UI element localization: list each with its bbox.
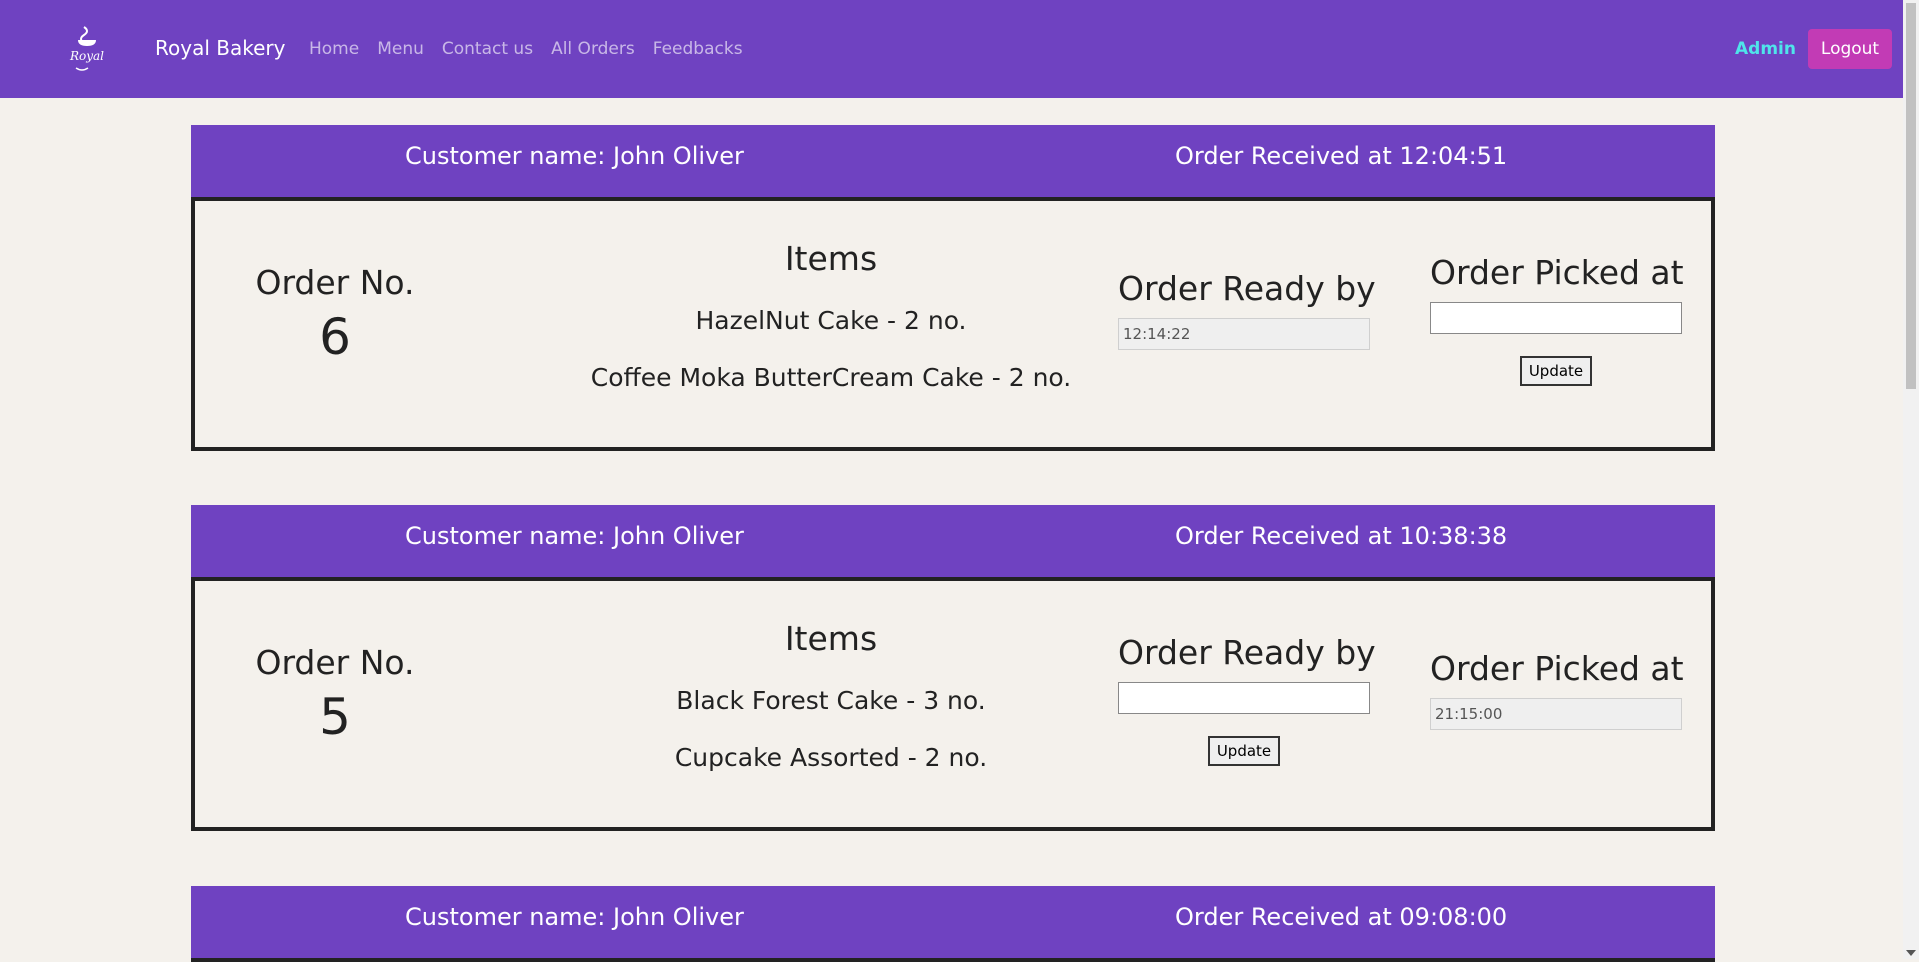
nav-home[interactable]: Home (309, 39, 359, 59)
customer-name: Customer name: John Oliver (405, 142, 744, 170)
picked-at-block: Order Picked at (1430, 649, 1684, 730)
ready-by-field[interactable] (1118, 682, 1370, 714)
items-block: Items HazelNut Cake - 2 no. Coffee Moka … (531, 239, 1131, 392)
nav-links: Home Menu Contact us All Orders Feedback… (309, 39, 761, 59)
items-label: Items (784, 239, 878, 278)
order-header: Customer name: John Oliver Order Receive… (191, 886, 1715, 958)
scroll-down-arrow-icon[interactable] (1906, 950, 1916, 956)
brand-name[interactable]: Royal Bakery (155, 36, 285, 60)
order-card: Customer name: John Oliver Order Receive… (191, 886, 1715, 962)
list-item: HazelNut Cake - 2 no. (695, 306, 967, 335)
navbar: Royal Royal Bakery Home Menu Contact us … (0, 0, 1903, 98)
order-header: Customer name: John Oliver Order Receive… (191, 505, 1715, 577)
ready-by-block: Order Ready by Update (1118, 633, 1376, 766)
logout-button[interactable]: Logout (1808, 29, 1892, 69)
picked-at-block: Order Picked at Update (1430, 253, 1684, 386)
royal-logo-icon[interactable]: Royal (64, 24, 110, 74)
order-body: Order No. 5 Items Black Forest Cake - 3 … (191, 577, 1715, 831)
list-item: Cupcake Assorted - 2 no. (674, 743, 988, 772)
scrollbar-thumb[interactable] (1906, 3, 1916, 389)
list-item: Black Forest Cake - 3 no. (676, 686, 986, 715)
nav-feedbacks[interactable]: Feedbacks (653, 39, 743, 59)
nav-contact-us[interactable]: Contact us (442, 39, 533, 59)
order-received-time: Order Received at 10:38:38 (1175, 522, 1508, 550)
order-card: Customer name: John Oliver Order Receive… (191, 125, 1715, 451)
nav-menu[interactable]: Menu (377, 39, 424, 59)
picked-at-field[interactable] (1430, 302, 1682, 334)
order-number: 5 (319, 688, 351, 746)
picked-at-label: Order Picked at (1430, 649, 1684, 688)
order-header: Customer name: John Oliver Order Receive… (191, 125, 1715, 197)
update-button[interactable]: Update (1519, 356, 1593, 386)
page-scrollbar[interactable] (1903, 0, 1919, 959)
ready-by-label: Order Ready by (1118, 269, 1376, 308)
svg-text:Royal: Royal (69, 49, 104, 63)
items-block: Items Black Forest Cake - 3 no. Cupcake … (531, 619, 1131, 772)
admin-link[interactable]: Admin (1735, 39, 1796, 59)
order-number-block: Order No. 6 (235, 263, 435, 366)
picked-at-label: Order Picked at (1430, 253, 1684, 292)
update-button[interactable]: Update (1207, 736, 1281, 766)
customer-name: Customer name: John Oliver (405, 522, 744, 550)
order-received-time: Order Received at 09:08:00 (1175, 903, 1508, 931)
order-body: Order No. 6 Items HazelNut Cake - 2 no. … (191, 197, 1715, 451)
ready-by-label: Order Ready by (1118, 633, 1376, 672)
order-number-block: Order No. 5 (235, 643, 435, 746)
ready-by-field[interactable] (1118, 318, 1370, 350)
list-item: Coffee Moka ButterCream Cake - 2 no. (590, 363, 1072, 392)
order-no-label: Order No. (255, 263, 415, 302)
order-no-label: Order No. (255, 643, 415, 682)
order-card: Customer name: John Oliver Order Receive… (191, 505, 1715, 831)
customer-name: Customer name: John Oliver (405, 903, 744, 931)
nav-all-orders[interactable]: All Orders (551, 39, 635, 59)
order-received-time: Order Received at 12:04:51 (1175, 142, 1508, 170)
items-label: Items (784, 619, 878, 658)
ready-by-block: Order Ready by (1118, 269, 1376, 350)
picked-at-field[interactable] (1430, 698, 1682, 730)
order-number: 6 (319, 308, 351, 366)
